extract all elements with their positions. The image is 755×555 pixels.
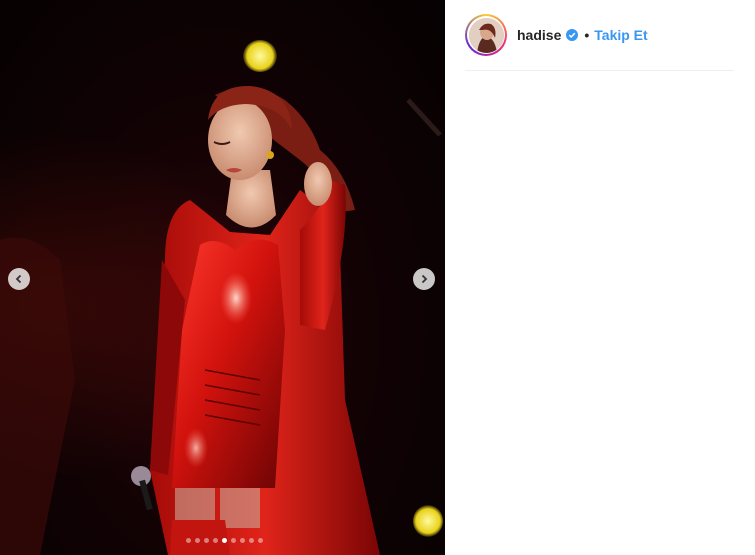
verified-badge-icon xyxy=(566,29,579,41)
carousel-dot xyxy=(240,538,245,543)
carousel-dot xyxy=(231,538,236,543)
previous-slide-button[interactable] xyxy=(8,268,30,290)
carousel-dot xyxy=(186,538,191,543)
header-divider xyxy=(465,70,734,71)
next-slide-button[interactable] xyxy=(413,268,435,290)
avatar[interactable] xyxy=(468,17,504,53)
carousel-dot xyxy=(204,538,209,543)
follow-button[interactable]: Takip Et xyxy=(594,27,647,43)
carousel-dot xyxy=(249,538,254,543)
post-sidebar: hadise • Takip Et xyxy=(445,0,755,555)
carousel-dot xyxy=(213,538,218,543)
performer-photo xyxy=(0,85,442,555)
separator-dot: • xyxy=(584,27,590,43)
carousel-indicator xyxy=(186,538,263,543)
carousel-dot xyxy=(195,538,200,543)
chevron-right-icon xyxy=(421,274,428,284)
carousel-dot xyxy=(222,538,227,543)
story-ring[interactable] xyxy=(465,14,507,56)
carousel-dot xyxy=(258,538,263,543)
post-header: hadise • Takip Et xyxy=(465,12,648,58)
username-link[interactable]: hadise xyxy=(517,27,561,43)
chevron-left-icon xyxy=(15,274,22,284)
post-media[interactable] xyxy=(0,0,445,555)
avatar-image xyxy=(468,17,504,53)
